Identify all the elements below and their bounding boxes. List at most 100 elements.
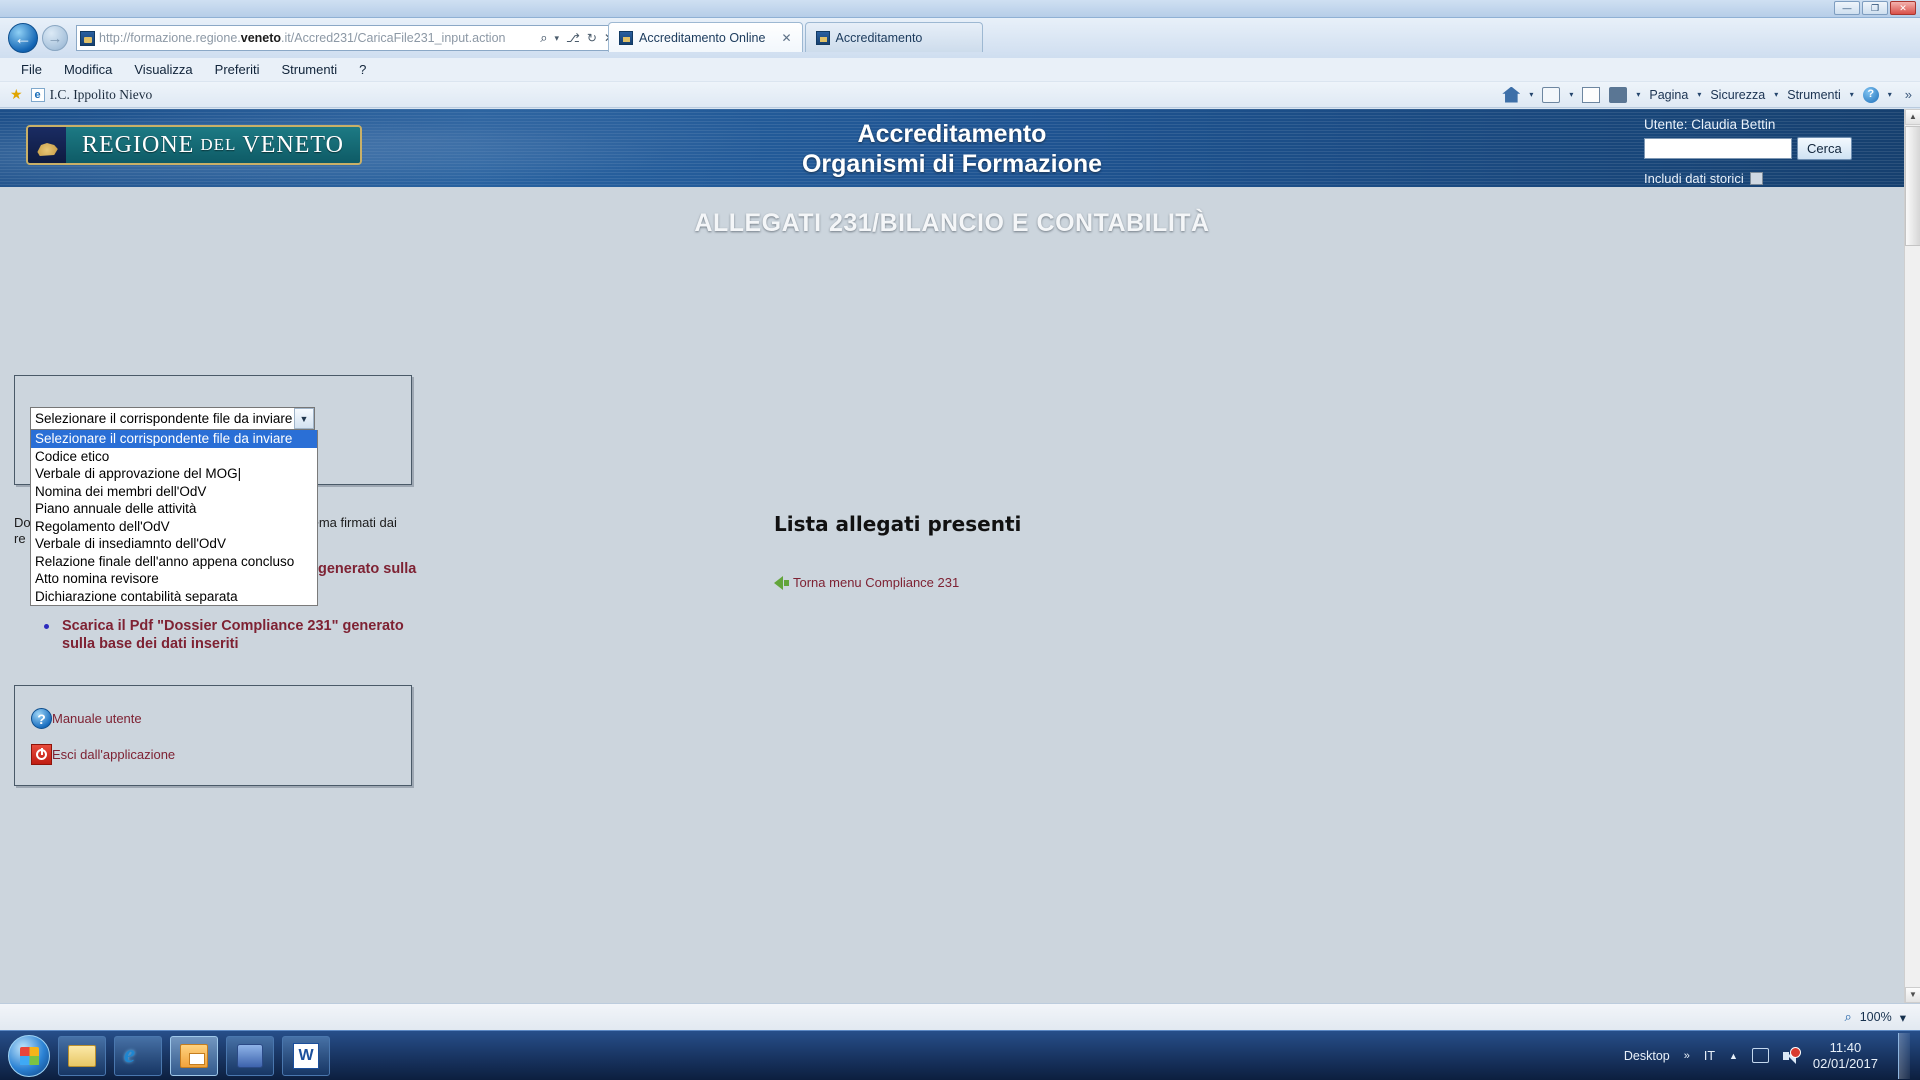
tab-close-icon[interactable]: ✕ <box>771 31 791 45</box>
dropdown-option[interactable]: Codice etico <box>31 448 317 466</box>
dropdown-option[interactable]: Relazione finale dell'anno appena conclu… <box>31 553 317 571</box>
sicurezza-chevron-down-icon[interactable]: ▾ <box>1774 90 1778 99</box>
address-url-text: http://formazione.regione.veneto.it/Accr… <box>99 31 536 45</box>
favorite-site-icon: e <box>30 87 45 102</box>
command-sicurezza[interactable]: Sicurezza <box>1710 88 1765 102</box>
strumenti-chevron-down-icon[interactable]: ▾ <box>1850 90 1854 99</box>
command-strumenti[interactable]: Strumenti <box>1787 88 1841 102</box>
tray-overflow-icon[interactable]: » <box>1684 1050 1690 1062</box>
url-suffix: .it/Accred231/CaricaFile231_input.action <box>281 31 506 45</box>
history-row: Includi dati storici <box>1644 171 1844 186</box>
menu-item-strumenti[interactable]: Strumenti <box>270 60 348 79</box>
menu-item-preferiti[interactable]: Preferiti <box>204 60 271 79</box>
print-icon[interactable] <box>1609 86 1628 103</box>
url-domain: veneto <box>240 31 282 45</box>
tab-accreditamento[interactable]: Accreditamento <box>804 22 983 52</box>
mail-icon[interactable] <box>1582 86 1601 103</box>
search-row: Cerca <box>1644 137 1852 160</box>
print-chevron-down-icon[interactable]: ▾ <box>1636 90 1640 99</box>
address-bar[interactable]: http://formazione.regione.veneto.it/Accr… <box>76 25 621 51</box>
dropdown-option[interactable]: Nomina dei membri dell'OdV <box>31 483 317 501</box>
window-titlebar: — ❐ ✕ <box>0 0 1920 18</box>
help-icon[interactable]: ? <box>1862 86 1879 103</box>
manual-link-row[interactable]: ? Manuale utente <box>31 708 142 729</box>
history-checkbox[interactable] <box>1749 172 1763 185</box>
taskbar-explorer-button[interactable] <box>58 1035 106 1076</box>
language-indicator[interactable]: IT <box>1704 1049 1715 1063</box>
taskbar-messenger-button[interactable] <box>226 1035 274 1076</box>
banner-title: Accreditamento Organismi di Formazione <box>0 119 1904 179</box>
links-panel: ? Manuale utente Esci dall'applicazione <box>14 685 412 786</box>
file-type-select[interactable]: Selezionare il corrispondente file da in… <box>30 407 315 430</box>
search-icon[interactable]: ⌕ <box>540 30 547 46</box>
chat-icon <box>237 1043 263 1068</box>
compatibility-view-icon[interactable]: ⎇ <box>566 31 580 45</box>
help-chevron-down-icon[interactable]: ▾ <box>1888 90 1892 99</box>
clock[interactable]: 11:40 02/01/2017 <box>1813 1040 1878 1072</box>
command-overflow-icon[interactable]: » <box>1905 87 1912 102</box>
desktop-toolbar-label[interactable]: Desktop <box>1624 1049 1670 1063</box>
rss-feeds-icon[interactable] <box>1542 86 1561 103</box>
dropdown-option[interactable]: Atto nomina revisore <box>31 570 317 588</box>
system-tray: Desktop » IT ▲ 11:40 02/01/2017 <box>1624 1032 1920 1079</box>
taskbar-internet-explorer-button[interactable]: e <box>114 1035 162 1076</box>
tray-expand-icon[interactable]: ▲ <box>1729 1051 1738 1061</box>
chevron-down-icon[interactable]: ▾ <box>555 33 560 44</box>
search-input[interactable] <box>1644 138 1792 159</box>
dropdown-option[interactable]: Selezionare il corrispondente file da in… <box>31 430 317 448</box>
maximize-button[interactable]: ❐ <box>1862 1 1888 15</box>
volume-muted-icon[interactable] <box>1782 1046 1801 1064</box>
internet-explorer-window: — ❐ ✕ ← → http://formazione.regione.vene… <box>0 0 1920 1030</box>
dropdown-option[interactable]: Verbale di approvazione del MOG| <box>31 465 317 483</box>
scroll-up-icon[interactable]: ▲ <box>1905 109 1920 125</box>
page-title: ALLEGATI 231/BILANCIO E CONTABILITÀ <box>694 209 1210 237</box>
file-type-dropdown-list[interactable]: Selezionare il corrispondente file da in… <box>30 430 318 606</box>
favorites-star-icon[interactable]: ★ <box>10 86 23 103</box>
clock-time: 11:40 <box>1829 1039 1862 1055</box>
url-prefix: http://formazione.regione. <box>99 31 241 45</box>
dropdown-option[interactable]: Regolamento dell'OdV <box>31 518 317 536</box>
pagina-chevron-down-icon[interactable]: ▾ <box>1697 90 1701 99</box>
show-desktop-button[interactable] <box>1898 1032 1910 1079</box>
exit-link-label: Esci dall'applicazione <box>52 747 176 762</box>
menu-item-visualizza[interactable]: Visualizza <box>123 60 203 79</box>
menu-item-modifica[interactable]: Modifica <box>53 60 123 79</box>
page-vertical-scrollbar[interactable]: ▲ ▼ <box>1904 109 1920 1003</box>
taskbar-outlook-button[interactable] <box>170 1035 218 1076</box>
menu-item-help[interactable]: ? <box>348 60 377 79</box>
list-item[interactable]: Scarica il Pdf "Dossier Compliance 231" … <box>40 617 410 653</box>
back-to-menu-label: Torna menu Compliance 231 <box>793 575 960 590</box>
forward-button[interactable]: → <box>42 25 68 51</box>
dropdown-option[interactable]: Dichiarazione contabilità separata <box>31 588 317 606</box>
start-button-icon[interactable] <box>8 1034 50 1077</box>
zoom-level[interactable]: 100% <box>1860 1010 1892 1024</box>
search-button[interactable]: Cerca <box>1797 137 1852 160</box>
scrollbar-thumb[interactable] <box>1905 126 1920 246</box>
tab-accreditamento-online[interactable]: Accreditamento Online ✕ <box>608 22 803 52</box>
command-pagina[interactable]: Pagina <box>1649 88 1688 102</box>
favorite-item-label[interactable]: I.C. Ippolito Nievo <box>50 87 153 103</box>
zoom-chevron-down-icon[interactable]: ▾ <box>1900 1010 1906 1025</box>
rss-chevron-down-icon[interactable]: ▾ <box>1569 90 1573 99</box>
back-button[interactable]: ← <box>8 23 38 53</box>
note-fragment-left-1: Do <box>14 515 31 530</box>
chevron-down-icon[interactable]: ▼ <box>294 408 314 429</box>
close-window-button[interactable]: ✕ <box>1890 1 1916 15</box>
home-chevron-down-icon[interactable]: ▾ <box>1529 90 1533 99</box>
dropdown-option[interactable]: Verbale di insediamnto dell'OdV <box>31 535 317 553</box>
exit-link-row[interactable]: Esci dall'applicazione <box>31 744 175 765</box>
zoom-icon[interactable]: ⌕ <box>1844 1009 1851 1025</box>
back-to-menu-link[interactable]: Torna menu Compliance 231 <box>774 575 959 590</box>
home-icon[interactable] <box>1502 86 1521 103</box>
history-label: Includi dati storici <box>1644 171 1744 186</box>
favorites-bar: ★ e I.C. Ippolito Nievo ▾ ▾ ▾ Pagina ▾ S… <box>0 82 1920 108</box>
note-fragment-right-1: tema firmati dai <box>308 515 397 530</box>
scroll-down-icon[interactable]: ▼ <box>1905 987 1920 1003</box>
dropdown-option[interactable]: Piano annuale delle attività <box>31 500 317 518</box>
taskbar-word-button[interactable]: W <box>282 1035 330 1076</box>
refresh-icon[interactable]: ↻ <box>587 31 597 45</box>
menu-item-file[interactable]: File <box>10 60 53 79</box>
minimize-button[interactable]: — <box>1834 1 1860 15</box>
tab-favicon-icon <box>815 30 830 45</box>
network-icon[interactable] <box>1751 1048 1769 1063</box>
